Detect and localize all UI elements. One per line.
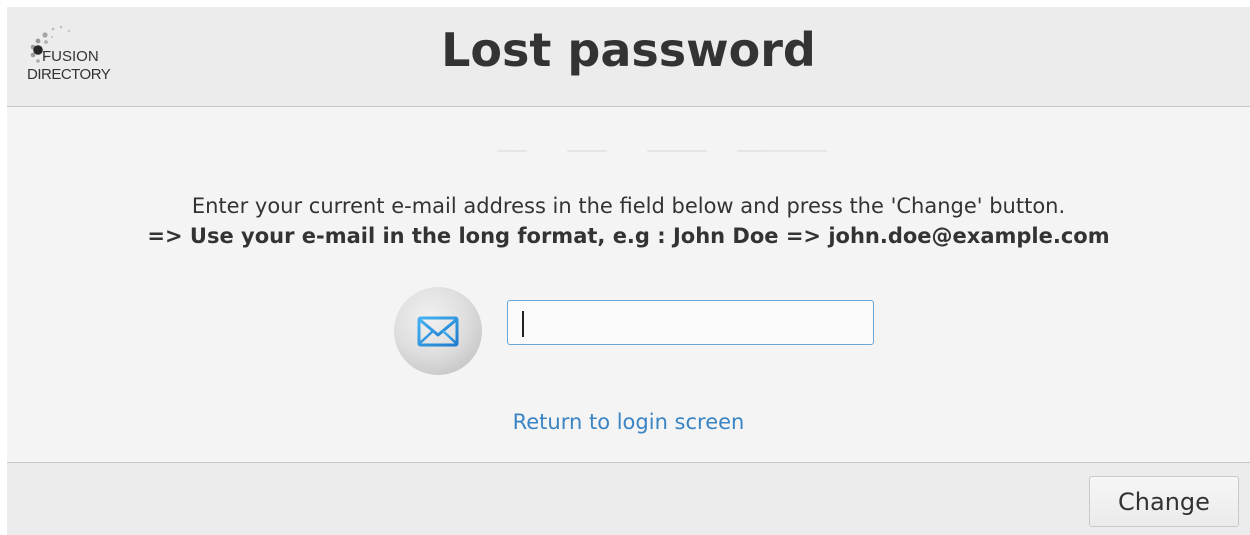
- return-to-login-link[interactable]: Return to login screen: [513, 410, 745, 434]
- page-footer: Change: [7, 462, 1250, 535]
- page-title: Lost password: [441, 23, 816, 77]
- text-cursor: [522, 311, 524, 337]
- email-input[interactable]: [507, 300, 874, 345]
- faint-artifact: [497, 147, 847, 155]
- main-content: Enter your current e-mail address in the…: [7, 107, 1250, 462]
- change-button[interactable]: Change: [1089, 476, 1239, 527]
- envelope-icon: [393, 286, 483, 376]
- return-link-container: Return to login screen: [7, 407, 1250, 437]
- lost-password-window: FUSION DIRECTORY Lost password Enter you…: [7, 7, 1250, 535]
- page-header: FUSION DIRECTORY Lost password: [7, 7, 1250, 107]
- format-hint-text: => Use your e-mail in the long format, e…: [147, 224, 1110, 248]
- instruction-text: Enter your current e-mail address in the…: [191, 194, 1066, 218]
